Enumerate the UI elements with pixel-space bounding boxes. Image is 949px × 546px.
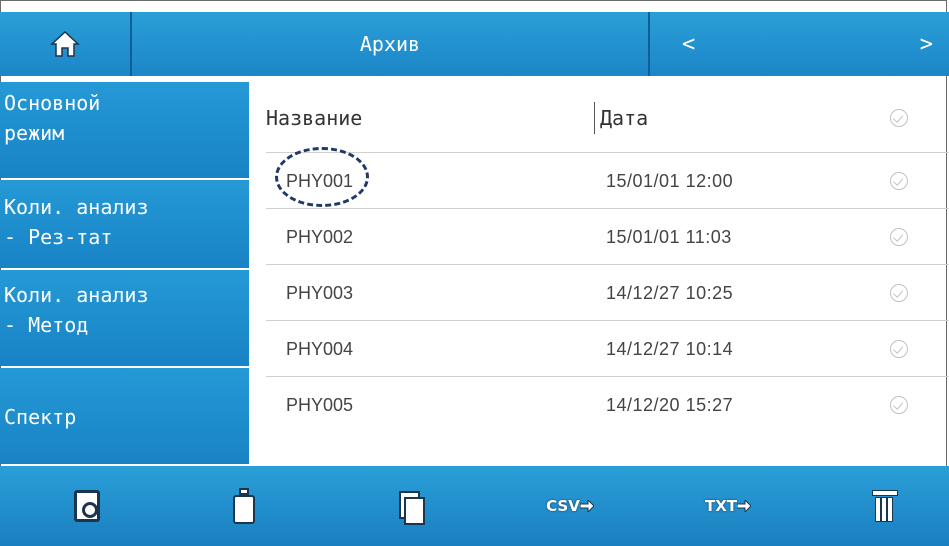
sd-card-button[interactable] [57,466,117,546]
row-date: 15/01/01 12:00 [606,171,734,191]
row-check-icon[interactable] [890,340,908,358]
trash-icon [872,490,898,522]
row-name: PHY004 [286,339,354,359]
highlight-circle [275,147,369,207]
row-name: PHY002 [286,227,354,247]
copy-icon [399,491,425,525]
sidebar-item-label: Спектр [4,405,77,429]
column-header-date: Дата [600,106,649,130]
sidebar-item-quant-result[interactable]: Коли. анализ - Рез-тат [0,180,249,268]
row-check-icon[interactable] [890,396,908,414]
usb-drive-icon [233,488,255,524]
home-icon [50,30,80,57]
row-date: 14/12/27 10:14 [606,339,734,359]
sidebar-item-label: Основной режим [4,91,101,145]
top-bar: Архив < > [0,12,949,76]
csv-export-button[interactable]: CSV [540,466,600,546]
table-row[interactable]: PHY003 14/12/27 10:25 [266,264,949,321]
select-all-check-icon[interactable] [890,109,908,127]
row-date: 14/12/20 15:27 [606,395,734,415]
table-header: Название Дата [249,82,949,152]
copy-button[interactable] [380,466,440,546]
sidebar: Основной режим Коли. анализ - Рез-тат Ко… [0,82,249,464]
page-title: Архив [132,12,650,76]
sidebar-item-basic-mode[interactable]: Основной режим [0,82,249,178]
row-date: 14/12/27 10:25 [606,283,734,303]
row-name: PHY003 [286,283,354,303]
archive-table: Название Дата PHY001 15/01/01 12:00 PHY0… [249,82,949,464]
row-name: PHY005 [286,395,354,415]
home-button[interactable] [0,12,132,76]
txt-export-icon: TXT [704,497,738,515]
txt-export-button[interactable]: TXT [698,466,758,546]
csv-export-icon: CSV [546,497,580,515]
table-row[interactable]: PHY002 15/01/01 11:03 [266,208,949,265]
sidebar-item-spectrum[interactable]: Спектр [0,368,249,464]
column-header-name: Название [266,106,363,130]
pager: < > [650,12,949,76]
table-row[interactable]: PHY005 14/12/20 15:27 [266,376,949,433]
usb-button[interactable] [214,466,274,546]
prev-button[interactable]: < [682,32,695,57]
column-divider [594,102,595,134]
row-check-icon[interactable] [890,172,908,190]
sidebar-item-label: Коли. анализ - Метод [4,283,149,337]
delete-button[interactable] [854,466,914,546]
sd-card-icon [74,490,100,522]
sidebar-item-label: Коли. анализ - Рез-тат [4,195,149,249]
next-button[interactable]: > [920,32,933,57]
row-check-icon[interactable] [890,284,908,302]
sidebar-item-quant-method[interactable]: Коли. анализ - Метод [0,270,249,366]
bottom-toolbar: CSV TXT [0,466,949,546]
table-row[interactable]: PHY004 14/12/27 10:14 [266,320,949,377]
row-check-icon[interactable] [890,228,908,246]
arrow-right-icon [579,500,594,512]
arrow-right-icon [737,500,752,512]
row-date: 15/01/01 11:03 [606,227,732,247]
